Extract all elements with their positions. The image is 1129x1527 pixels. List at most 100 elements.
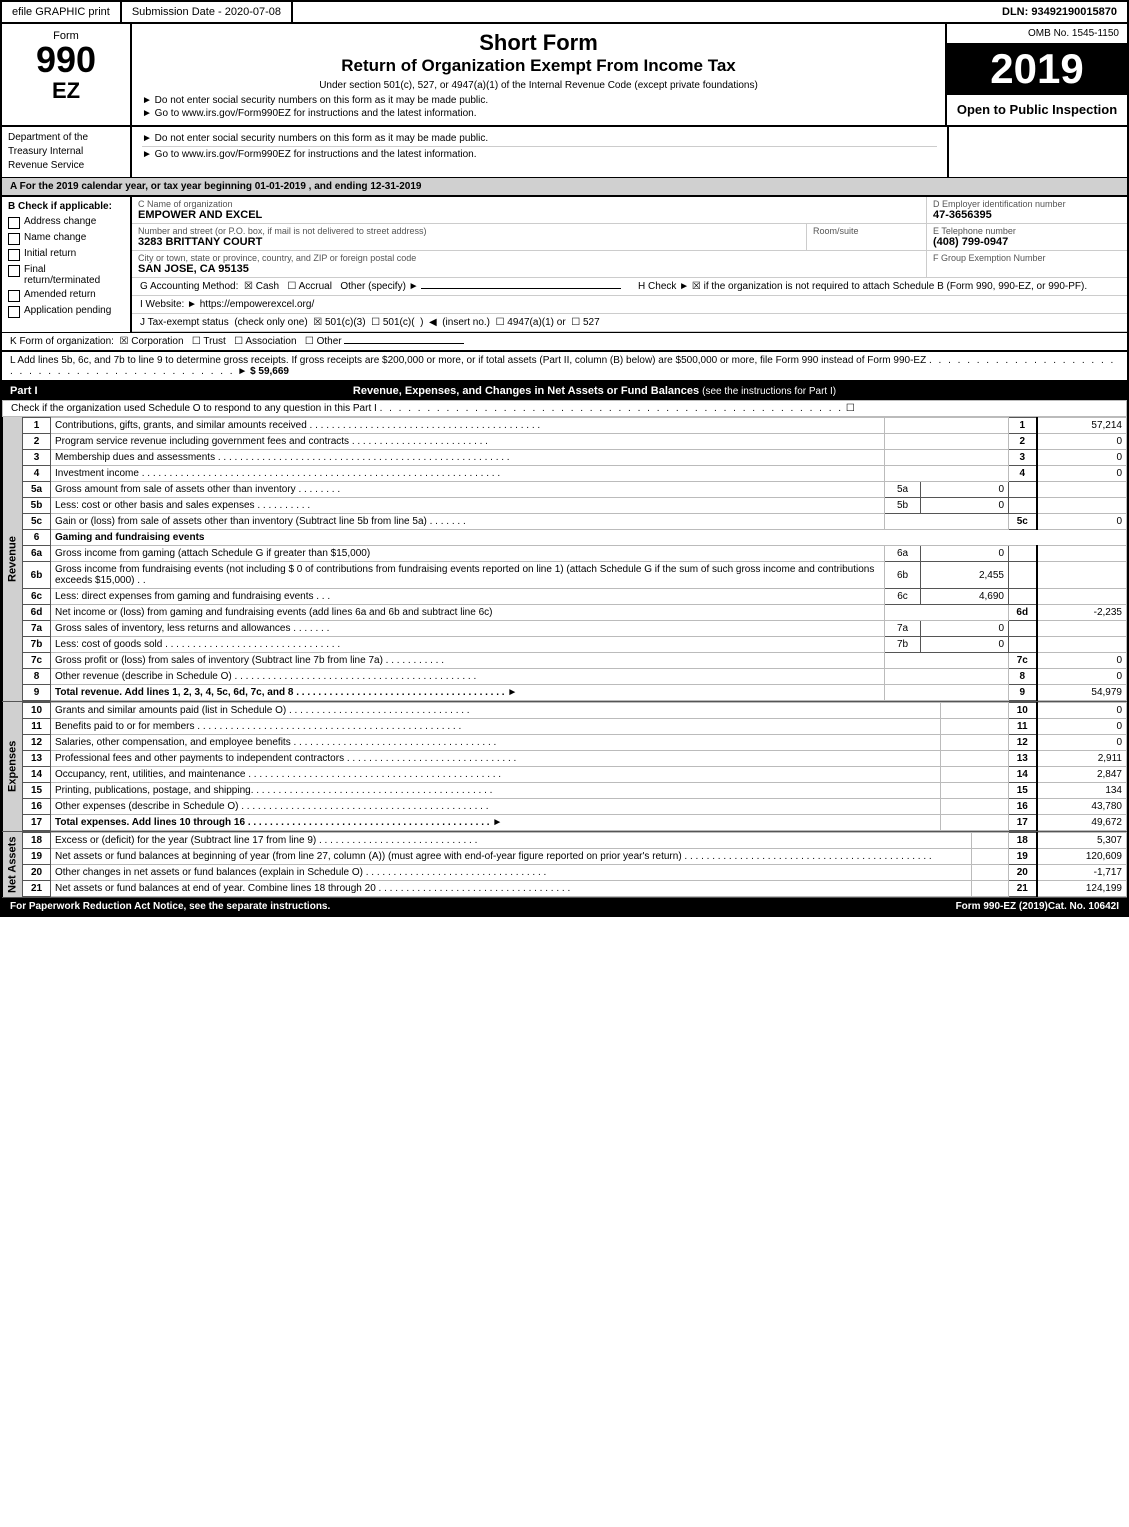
line-ref bbox=[885, 450, 1009, 466]
accrual-cb: ☐ bbox=[287, 281, 296, 292]
tot-num bbox=[1009, 637, 1037, 653]
tot-num: 6d bbox=[1009, 605, 1037, 621]
dept-notes: ► Do not enter social security numbers o… bbox=[132, 127, 947, 177]
line-num: 7c bbox=[23, 653, 51, 669]
net-asset-row: 19Net assets or fund balances at beginni… bbox=[23, 849, 1127, 865]
tot-num: 12 bbox=[1009, 735, 1037, 751]
line-ref bbox=[940, 783, 1008, 799]
line-desc: Less: cost of goods sold . . . . . . . .… bbox=[51, 637, 885, 653]
revenue-row: 6dNet income or (loss) from gaming and f… bbox=[23, 605, 1127, 621]
expenses-section: Expenses 10Grants and similar amounts pa… bbox=[2, 702, 1127, 832]
line-desc: Gross income from fundraising events (no… bbox=[51, 562, 885, 589]
tot-amt: 0 bbox=[1037, 735, 1127, 751]
tot-amt: 54,979 bbox=[1037, 685, 1127, 701]
dln-label: DLN: 93492190015870 bbox=[992, 2, 1127, 22]
line-ref bbox=[885, 669, 1009, 685]
tot-amt: 0 bbox=[1037, 669, 1127, 685]
net-assets-table: 18Excess or (deficit) for the year (Subt… bbox=[22, 832, 1127, 897]
part1-header: Part I Revenue, Expenses, and Changes in… bbox=[2, 382, 1127, 400]
h-checkbox: ☒ bbox=[692, 281, 701, 292]
net-assets-content: 18Excess or (deficit) for the year (Subt… bbox=[22, 832, 1127, 897]
line-desc: Gross sales of inventory, less returns a… bbox=[51, 621, 885, 637]
ein-block: D Employer identification number 47-3656… bbox=[927, 197, 1127, 223]
k-label: K Form of organization: bbox=[10, 336, 114, 347]
line-desc: Net assets or fund balances at beginning… bbox=[51, 849, 972, 865]
expense-row: 17Total expenses. Add lines 10 through 1… bbox=[23, 815, 1127, 831]
footer-bar: For Paperwork Reduction Act Notice, see … bbox=[2, 898, 1127, 915]
cb-initial-label: Initial return bbox=[24, 248, 76, 259]
cb-amended-icon bbox=[8, 290, 20, 302]
line-num: 6d bbox=[23, 605, 51, 621]
form-number-suffix: EZ bbox=[52, 78, 80, 104]
line-desc: Net assets or fund balances at end of ye… bbox=[51, 881, 972, 897]
tot-amt: 0 bbox=[1037, 719, 1127, 735]
tot-amt bbox=[1037, 637, 1127, 653]
line-ref bbox=[940, 799, 1008, 815]
name-row: C Name of organization EMPOWER AND EXCEL… bbox=[132, 197, 1127, 224]
cb-final-return: Final return/terminated bbox=[8, 264, 124, 286]
revenue-row: 2Program service revenue including gover… bbox=[23, 434, 1127, 450]
address-block: Number and street (or P.O. box, if mail … bbox=[132, 224, 807, 250]
tot-amt: 134 bbox=[1037, 783, 1127, 799]
line-desc: Occupancy, rent, utilities, and maintena… bbox=[51, 767, 941, 783]
line-num: 5b bbox=[23, 498, 51, 514]
form-title-main: Short Form bbox=[142, 30, 935, 56]
tot-num: 10 bbox=[1009, 703, 1037, 719]
city-value: SAN JOSE, CA 95135 bbox=[138, 263, 920, 275]
expense-row: 12 Salaries, other compensation, and empl… bbox=[23, 735, 1127, 751]
j-label: J Tax-exempt status bbox=[140, 317, 229, 328]
line-num: 15 bbox=[23, 783, 51, 799]
line-desc: Net income or (loss) from gaming and fun… bbox=[51, 605, 885, 621]
line-num: 20 bbox=[23, 865, 51, 881]
line-ref: 5b bbox=[885, 498, 921, 514]
checkbox-col: B Check if applicable: Address change Na… bbox=[2, 197, 132, 332]
line-desc: Less: direct expenses from gaming and fu… bbox=[51, 589, 885, 605]
tot-num: 3 bbox=[1009, 450, 1037, 466]
phone-block: E Telephone number (408) 799-0947 bbox=[927, 224, 1127, 250]
line-num: 1 bbox=[23, 418, 51, 434]
dept-name: Department of the Treasury Internal Reve… bbox=[2, 127, 132, 177]
line-ref: 5a bbox=[885, 482, 921, 498]
line-desc: Benefits paid to or for members . . . . … bbox=[51, 719, 941, 735]
revenue-section: Revenue 1Contributions, gifts, grants, a… bbox=[2, 417, 1127, 702]
tot-amt: 2,847 bbox=[1037, 767, 1127, 783]
graphic-print-label: efile GRAPHIC print bbox=[2, 2, 122, 22]
expense-row: 14Occupancy, rent, utilities, and mainte… bbox=[23, 767, 1127, 783]
line-desc: Total expenses. Add lines 10 through 16 … bbox=[51, 815, 941, 831]
page: efile GRAPHIC print Submission Date - 20… bbox=[0, 0, 1129, 917]
line-desc: Total revenue. Add lines 1, 2, 3, 4, 5c,… bbox=[51, 685, 885, 701]
l-text: L Add lines 5b, 6c, and 7b to line 9 to … bbox=[10, 355, 926, 366]
tot-num: 2 bbox=[1009, 434, 1037, 450]
revenue-side-label: Revenue bbox=[2, 417, 22, 701]
revenue-row: 7bLess: cost of goods sold . . . . . . .… bbox=[23, 637, 1127, 653]
tot-amt: 5,307 bbox=[1037, 833, 1127, 849]
tot-amt bbox=[1037, 589, 1127, 605]
form-title-sub: Return of Organization Exempt From Incom… bbox=[142, 56, 935, 76]
line-desc: Salaries, other compensation, and employ… bbox=[51, 735, 941, 751]
cb-initial-icon bbox=[8, 249, 20, 261]
org-name-block: C Name of organization EMPOWER AND EXCEL bbox=[132, 197, 927, 223]
g-label: G Accounting Method: bbox=[140, 281, 238, 292]
tot-num: 11 bbox=[1009, 719, 1037, 735]
tot-num bbox=[1009, 562, 1037, 589]
line-ref bbox=[940, 751, 1008, 767]
tot-amt bbox=[1037, 546, 1127, 562]
top-bar: efile GRAPHIC print Submission Date - 20… bbox=[2, 2, 1127, 24]
line-num: 13 bbox=[23, 751, 51, 767]
footer-paperwork: For Paperwork Reduction Act Notice, see … bbox=[10, 901, 330, 912]
tot-num: 15 bbox=[1009, 783, 1037, 799]
cb-address-label: Address change bbox=[24, 216, 96, 227]
cb-initial-return: Initial return bbox=[8, 248, 124, 261]
form-note1: ► Do not enter social security numbers o… bbox=[142, 95, 935, 106]
cb-name-icon bbox=[8, 233, 20, 245]
tot-num: 20 bbox=[1009, 865, 1037, 881]
tot-amt bbox=[1037, 621, 1127, 637]
expense-row: 15Printing, publications, postage, and s… bbox=[23, 783, 1127, 799]
form-number: 990 bbox=[36, 42, 96, 78]
cb-app-icon bbox=[8, 306, 20, 318]
cb-address-change: Address change bbox=[8, 216, 124, 229]
org-name-value: EMPOWER AND EXCEL bbox=[138, 209, 920, 221]
tot-amt: 43,780 bbox=[1037, 799, 1127, 815]
tot-amt: 0 bbox=[1037, 450, 1127, 466]
section-a: A For the 2019 calendar year, or tax yea… bbox=[2, 178, 1127, 197]
